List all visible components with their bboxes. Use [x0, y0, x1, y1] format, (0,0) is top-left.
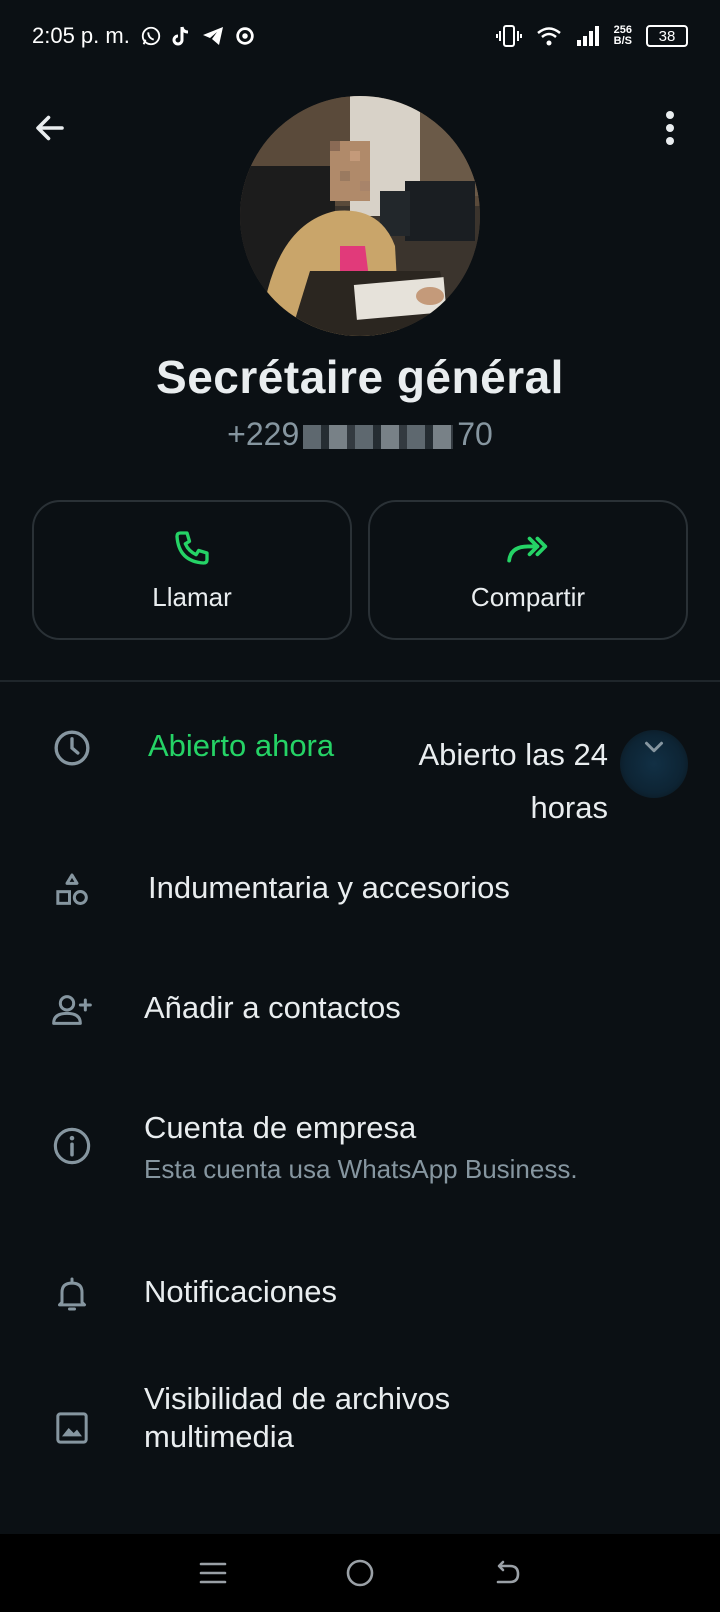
- status-right: 256 B/S 38: [495, 24, 688, 48]
- status-bar: 2:05 p. m. 256 B/S 38: [0, 0, 720, 72]
- phone-prefix: +229: [227, 416, 300, 452]
- add-contact-row[interactable]: Añadir a contactos: [0, 960, 720, 1060]
- media-visibility-label: Visibilidad de archivos multimedia: [144, 1380, 450, 1456]
- category-label: Indumentaria y accesorios: [148, 870, 510, 905]
- contact-name: Secrétaire général: [156, 351, 564, 403]
- tiktok-notification-icon: [172, 25, 192, 47]
- image-icon: [48, 1404, 96, 1452]
- battery-icon: 38: [646, 25, 688, 47]
- media-visibility-line-2: multimedia: [144, 1419, 294, 1454]
- add-person-icon: [48, 986, 96, 1034]
- bell-icon: [48, 1270, 96, 1318]
- wifi-icon: [536, 25, 562, 47]
- call-button-label: Llamar: [152, 581, 232, 612]
- business-account-title: Cuenta de empresa: [144, 1110, 417, 1145]
- section-divider: [0, 680, 720, 682]
- arrow-left-icon: [36, 115, 64, 141]
- category-row: Indumentaria y accesorios: [0, 840, 720, 940]
- phone-icon: [175, 530, 209, 565]
- status-time: 2:05 p. m.: [32, 23, 130, 48]
- hours-status: Abierto ahora: [148, 728, 335, 763]
- hours-value: Abierto las 24 horas: [368, 728, 608, 834]
- add-contact-label: Añadir a contactos: [144, 990, 401, 1025]
- more-vertical-icon: [666, 111, 674, 145]
- notifications-row[interactable]: Notificaciones: [0, 1250, 720, 1350]
- profile-avatar[interactable]: [240, 96, 480, 336]
- media-visibility-line-1: Visibilidad de archivos: [144, 1381, 451, 1416]
- battery-level: 38: [658, 27, 676, 45]
- share-button-label: Compartir: [470, 581, 586, 612]
- media-visibility-row[interactable]: Visibilidad de archivos multimedia: [0, 1370, 720, 1480]
- recent-apps-button[interactable]: [189, 1549, 237, 1597]
- hours-expand-button[interactable]: [620, 730, 688, 798]
- sync-notification-icon: [234, 25, 256, 47]
- vibrate-icon: [495, 24, 522, 48]
- hours-line-2: horas: [530, 790, 608, 825]
- call-button[interactable]: Llamar: [32, 500, 352, 640]
- info-icon: [48, 1122, 96, 1170]
- phone-redacted: [303, 424, 454, 449]
- hours-line-1: Abierto las 24: [418, 737, 608, 772]
- home-circle-icon: [346, 1559, 374, 1587]
- home-button[interactable]: [336, 1549, 384, 1597]
- telegram-notification-icon: [202, 26, 224, 46]
- business-hours-row[interactable]: [0, 700, 720, 820]
- network-speed: 256 B/S: [614, 25, 632, 47]
- back-nav-button[interactable]: [483, 1549, 531, 1597]
- chevron-down-icon: [645, 741, 663, 753]
- phone-suffix: 70: [457, 416, 493, 452]
- system-navigation-bar: [0, 1534, 720, 1612]
- menu-lines-icon: [200, 1562, 227, 1584]
- business-account-row[interactable]: Cuenta de empresa Esta cuenta usa WhatsA…: [0, 1080, 720, 1210]
- signal-icon: [576, 25, 600, 47]
- back-arrow-icon: [496, 1560, 519, 1584]
- whatsapp-notification-icon: [140, 25, 162, 47]
- network-speed-unit: B/S: [613, 35, 632, 47]
- clock-icon: [48, 724, 96, 772]
- forward-icon: [507, 536, 548, 562]
- notifications-label: Notificaciones: [144, 1274, 337, 1309]
- back-button[interactable]: [26, 104, 74, 152]
- status-left: 2:05 p. m.: [32, 23, 256, 49]
- business-account-subtitle: Esta cuenta usa WhatsApp Business.: [144, 1154, 578, 1184]
- more-options-button[interactable]: [646, 104, 694, 152]
- share-button[interactable]: Compartir: [368, 500, 688, 640]
- contact-phone[interactable]: +229 70: [0, 416, 720, 453]
- category-shapes-icon: [48, 866, 96, 914]
